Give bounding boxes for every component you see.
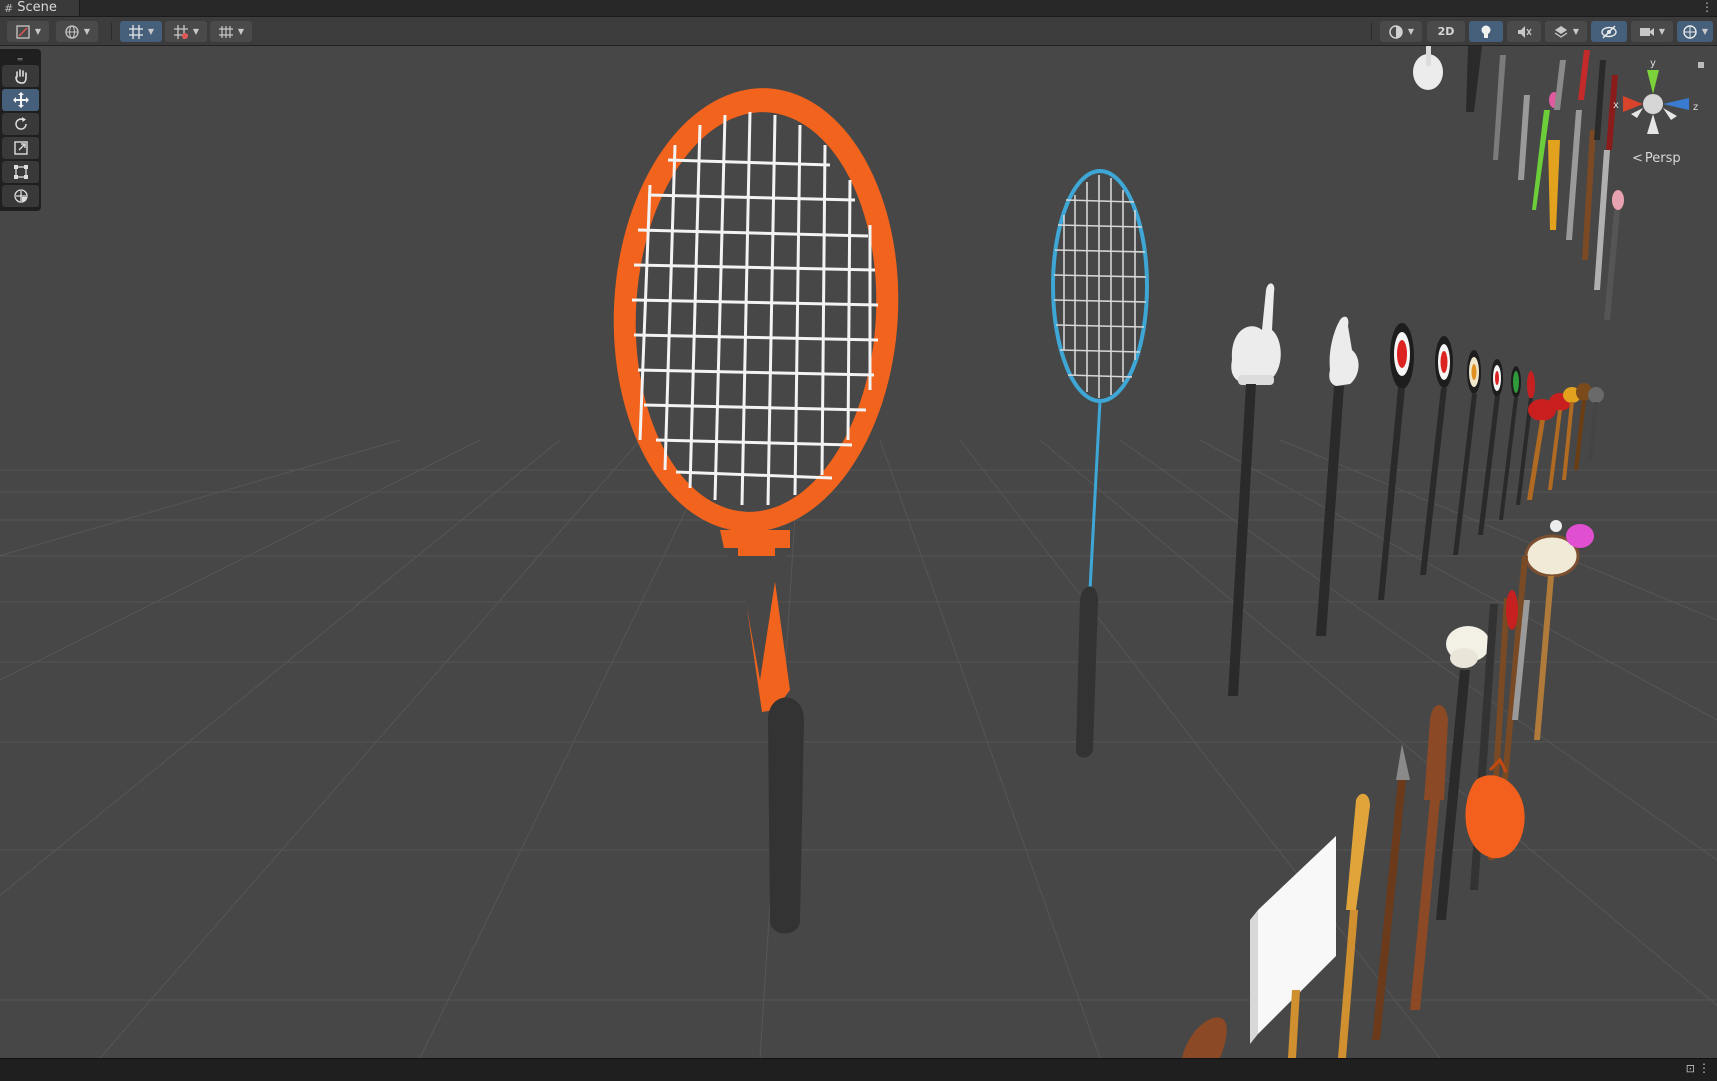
scale-icon [13,141,28,155]
lock-icon[interactable]: ⊡ [1686,1062,1695,1075]
projection-label: Persp [1644,151,1681,166]
more-options-icon[interactable]: ⋮ [1698,1061,1710,1075]
rect-transform-icon [13,165,28,179]
chevron-left-icon: < [1632,151,1643,166]
partial-glove [1182,1017,1227,1058]
oar[interactable] [1338,793,1370,1058]
global-toggle-button[interactable]: ▼ [56,21,98,42]
transform-tool-button[interactable] [2,185,39,207]
move-tool-button[interactable] [2,89,39,111]
2d-toggle-button[interactable]: 2D [1427,21,1465,42]
shading-mode-button[interactable]: ▼ [1380,21,1422,42]
camera-settings-button[interactable]: ▼ [1631,21,1673,42]
speaker-mute-icon [1518,25,1532,38]
grid-visibility-icon [218,25,233,38]
gizmos-button[interactable]: ▼ [1677,21,1713,42]
projection-toggle[interactable]: < Persp [1632,151,1681,166]
scene-visibility-button[interactable] [1591,21,1627,42]
lighting-toggle-button[interactable] [1469,21,1503,42]
2d-label: 2D [1437,25,1455,38]
gizmo-globe-icon [1683,24,1697,39]
rect-tool-button[interactable] [2,161,39,183]
thumb-hand-stick[interactable] [1316,316,1359,636]
light-bulb-icon [1481,25,1491,38]
window-titlebar: # Scene ⋮ [0,0,1717,17]
scale-tool-button[interactable] [2,137,39,159]
increment-snap-icon [173,24,188,39]
lock-gizmo-icon [1698,62,1704,68]
scene-render [0,46,1717,1058]
tab-scene[interactable]: # Scene [0,0,80,16]
panel-grip-icon[interactable]: ═ [11,55,29,64]
rotate-tool-button[interactable] [2,113,39,135]
x-axis-label: x [1613,100,1619,111]
hand-icon [14,69,27,84]
z-axis-cone [1663,98,1689,110]
tennis-racket[interactable] [603,81,910,934]
move-icon [12,92,29,108]
grid-snap-button[interactable]: ▼ [120,21,162,42]
rotate-icon [14,117,27,130]
layers-icon [1554,25,1568,38]
badminton-racket[interactable] [1051,169,1149,758]
target-signs[interactable] [1378,323,1535,600]
transform-icon [13,189,28,203]
hand-tool-button[interactable] [2,65,39,87]
toolbar-separator [1371,23,1372,40]
grid-icon: # [4,1,14,15]
draw-mode-icon [16,24,30,39]
status-bar: ⊡ ⋮ [0,1058,1717,1081]
effects-button[interactable]: ▼ [1545,21,1587,42]
grid-visibility-button[interactable]: ▼ [210,21,252,42]
audio-toggle-button[interactable] [1507,21,1541,42]
eye-hidden-icon [1601,24,1617,39]
scene-viewport[interactable] [0,46,1717,1058]
camera-icon [1639,27,1654,36]
grid-snap-icon [128,24,143,39]
draw-mode-button[interactable]: ▼ [7,21,49,42]
tool-overlay-panel: ═ [0,49,41,211]
distant-props [1413,46,1624,320]
z-axis-label: z [1693,102,1698,113]
scene-toolbar: ▼ ▼ ▼ ▼ ▼ ▼ 2D ▼ ▼ ▼ [0,17,1717,46]
boxing-glove-sticks[interactable] [1527,383,1604,500]
tab-label: Scene [17,0,57,15]
y-axis-label: y [1650,58,1656,69]
shading-sphere-icon [1389,24,1403,39]
increment-snap-button[interactable]: ▼ [165,21,207,42]
globe-icon [65,24,79,39]
toolbar-separator [111,23,112,40]
more-options-icon[interactable]: ⋮ [1701,0,1713,14]
y-axis-cone [1647,70,1659,94]
